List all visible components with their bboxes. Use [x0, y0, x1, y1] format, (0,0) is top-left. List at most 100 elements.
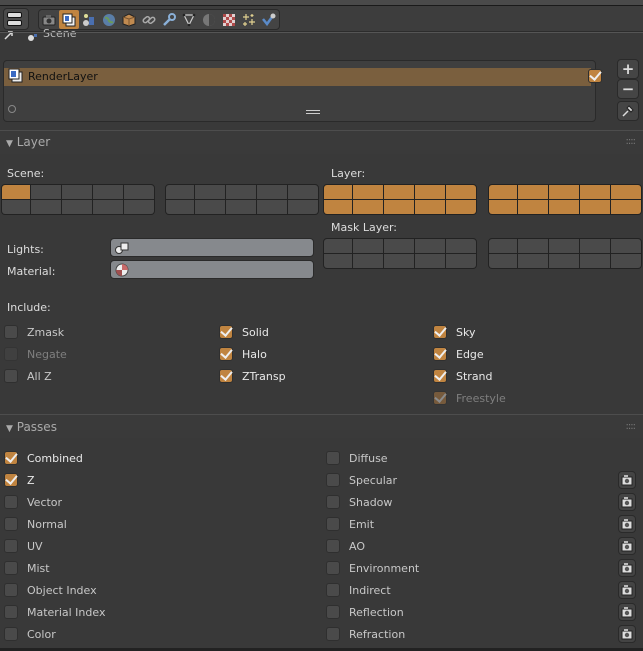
layer-toggle-cell[interactable] [2, 200, 30, 214]
checkbox[interactable] [4, 495, 18, 509]
layer-toggle-cell[interactable] [257, 200, 287, 214]
scene-tab[interactable] [79, 10, 99, 29]
layer-toggle-cell[interactable] [226, 200, 256, 214]
layer-toggle-cell[interactable] [489, 239, 517, 253]
layer-toggle-cell[interactable] [549, 239, 579, 253]
pass-z-checkbox[interactable]: Z [4, 472, 35, 488]
pass-color-checkbox[interactable]: Color [4, 626, 56, 642]
exclude-pass-toggle[interactable] [618, 537, 636, 555]
layer-toggle-cell[interactable] [324, 239, 352, 253]
checkbox[interactable] [4, 473, 18, 487]
layer-toggle-cell[interactable] [62, 200, 92, 214]
layer-toggle-cell[interactable] [384, 239, 414, 253]
layer-toggle-cell[interactable] [446, 254, 476, 268]
layer-toggle-cell[interactable] [288, 200, 318, 214]
layer-toggle-cell[interactable] [353, 254, 383, 268]
layer-toggle-cell[interactable] [489, 254, 517, 268]
include-solid-checkbox[interactable]: Solid [219, 324, 269, 340]
pass-reflection-checkbox[interactable]: Reflection [326, 604, 404, 620]
layer-toggle-cell[interactable] [611, 254, 641, 268]
checkbox[interactable] [326, 583, 340, 597]
physics-tab[interactable] [259, 10, 279, 29]
layer-toggle-cell[interactable] [353, 200, 383, 214]
layer-toggle-cell[interactable] [518, 254, 548, 268]
checkbox[interactable] [219, 369, 233, 383]
checkbox[interactable] [4, 605, 18, 619]
layer-toggle-cell[interactable] [580, 200, 610, 214]
pass-normal-checkbox[interactable]: Normal [4, 516, 67, 532]
exclude-pass-toggle[interactable] [618, 515, 636, 533]
add-render-layer-button[interactable]: + [617, 59, 639, 79]
layer-toggle-cell[interactable] [353, 239, 383, 253]
layer-toggle-cell[interactable] [93, 185, 123, 199]
layer-panel-header[interactable] [0, 130, 643, 154]
layer-toggle-cell[interactable] [2, 185, 30, 199]
pass-emit-checkbox[interactable]: Emit [326, 516, 374, 532]
layer-toggle-cell[interactable] [611, 239, 641, 253]
checkbox[interactable] [326, 495, 340, 509]
layer-toggle-cell[interactable] [353, 185, 383, 199]
include-ztransp-checkbox[interactable]: ZTransp [219, 368, 286, 384]
layer-toggle-cell[interactable] [518, 185, 548, 199]
layer-toggle-cell[interactable] [124, 200, 154, 214]
modifiers-tab[interactable] [159, 10, 179, 29]
panel-drag-grip[interactable]: :::: [626, 421, 637, 432]
layer-toggle-cell[interactable] [580, 185, 610, 199]
layer-toggle-cell[interactable] [415, 185, 445, 199]
passes-panel-header[interactable] [0, 414, 643, 438]
checkbox[interactable] [433, 369, 447, 383]
layer-toggle-cell[interactable] [549, 254, 579, 268]
pass-ao-checkbox[interactable]: AO [326, 538, 365, 554]
list-resize-handle[interactable] [306, 110, 320, 114]
layer-toggle-cell[interactable] [195, 200, 225, 214]
pin-button[interactable] [617, 101, 639, 121]
checkbox[interactable] [326, 627, 340, 641]
render-layer-enabled-checkbox[interactable] [588, 69, 602, 83]
layer-toggle-cell[interactable] [415, 239, 445, 253]
checkbox[interactable] [433, 391, 447, 405]
passes-panel-title[interactable]: ▼ Passes [6, 420, 57, 434]
material-field[interactable] [110, 260, 314, 279]
layer-toggle-cell[interactable] [195, 185, 225, 199]
layer-toggle-cell[interactable] [31, 185, 61, 199]
checkbox[interactable] [4, 561, 18, 575]
include-zmask-checkbox[interactable]: Zmask [4, 324, 64, 340]
checkbox[interactable] [326, 451, 340, 465]
exclude-pass-toggle[interactable] [618, 603, 636, 621]
checkbox[interactable] [4, 517, 18, 531]
include-all-z-checkbox[interactable]: All Z [4, 368, 52, 384]
pass-shadow-checkbox[interactable]: Shadow [326, 494, 392, 510]
layer-toggle-cell[interactable] [549, 200, 579, 214]
pass-environment-checkbox[interactable]: Environment [326, 560, 419, 576]
particles-tab[interactable] [239, 10, 259, 29]
pass-mist-checkbox[interactable]: Mist [4, 560, 50, 576]
include-halo-checkbox[interactable]: Halo [219, 346, 267, 362]
pass-vector-checkbox[interactable]: Vector [4, 494, 62, 510]
layer-toggle-cell[interactable] [31, 200, 61, 214]
checkbox[interactable] [433, 325, 447, 339]
layer-toggle-cell[interactable] [124, 185, 154, 199]
layer-toggle-cell[interactable] [166, 185, 194, 199]
layer-toggle-cell[interactable] [611, 200, 641, 214]
checkbox[interactable] [4, 451, 18, 465]
checkbox[interactable] [4, 347, 18, 361]
pass-specular-checkbox[interactable]: Specular [326, 472, 397, 488]
layer-toggle-cell[interactable] [580, 239, 610, 253]
layer-toggle-cell[interactable] [324, 200, 352, 214]
layer-toggle-cell[interactable] [93, 200, 123, 214]
checkbox[interactable] [326, 539, 340, 553]
layer-toggle-cell[interactable] [324, 185, 352, 199]
remove-render-layer-button[interactable]: − [617, 79, 639, 99]
layer-toggle-cell[interactable] [226, 185, 256, 199]
render-layer-name[interactable]: RenderLayer [28, 70, 98, 83]
layer-toggle-cell[interactable] [580, 254, 610, 268]
pass-refraction-checkbox[interactable]: Refraction [326, 626, 405, 642]
checkbox[interactable] [4, 583, 18, 597]
layer-toggle-cell[interactable] [446, 200, 476, 214]
world-tab[interactable] [99, 10, 119, 29]
layer-toggle-cell[interactable] [549, 185, 579, 199]
pass-material-index-checkbox[interactable]: Material Index [4, 604, 105, 620]
material-tab[interactable] [199, 10, 219, 29]
layer-toggle-cell[interactable] [384, 185, 414, 199]
pass-indirect-checkbox[interactable]: Indirect [326, 582, 391, 598]
